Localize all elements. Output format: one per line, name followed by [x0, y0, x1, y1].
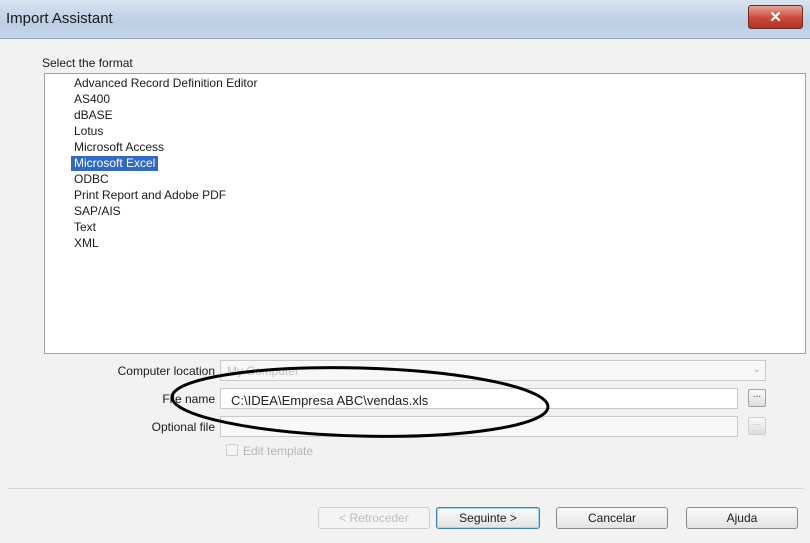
annotation-ellipse: [170, 366, 550, 438]
